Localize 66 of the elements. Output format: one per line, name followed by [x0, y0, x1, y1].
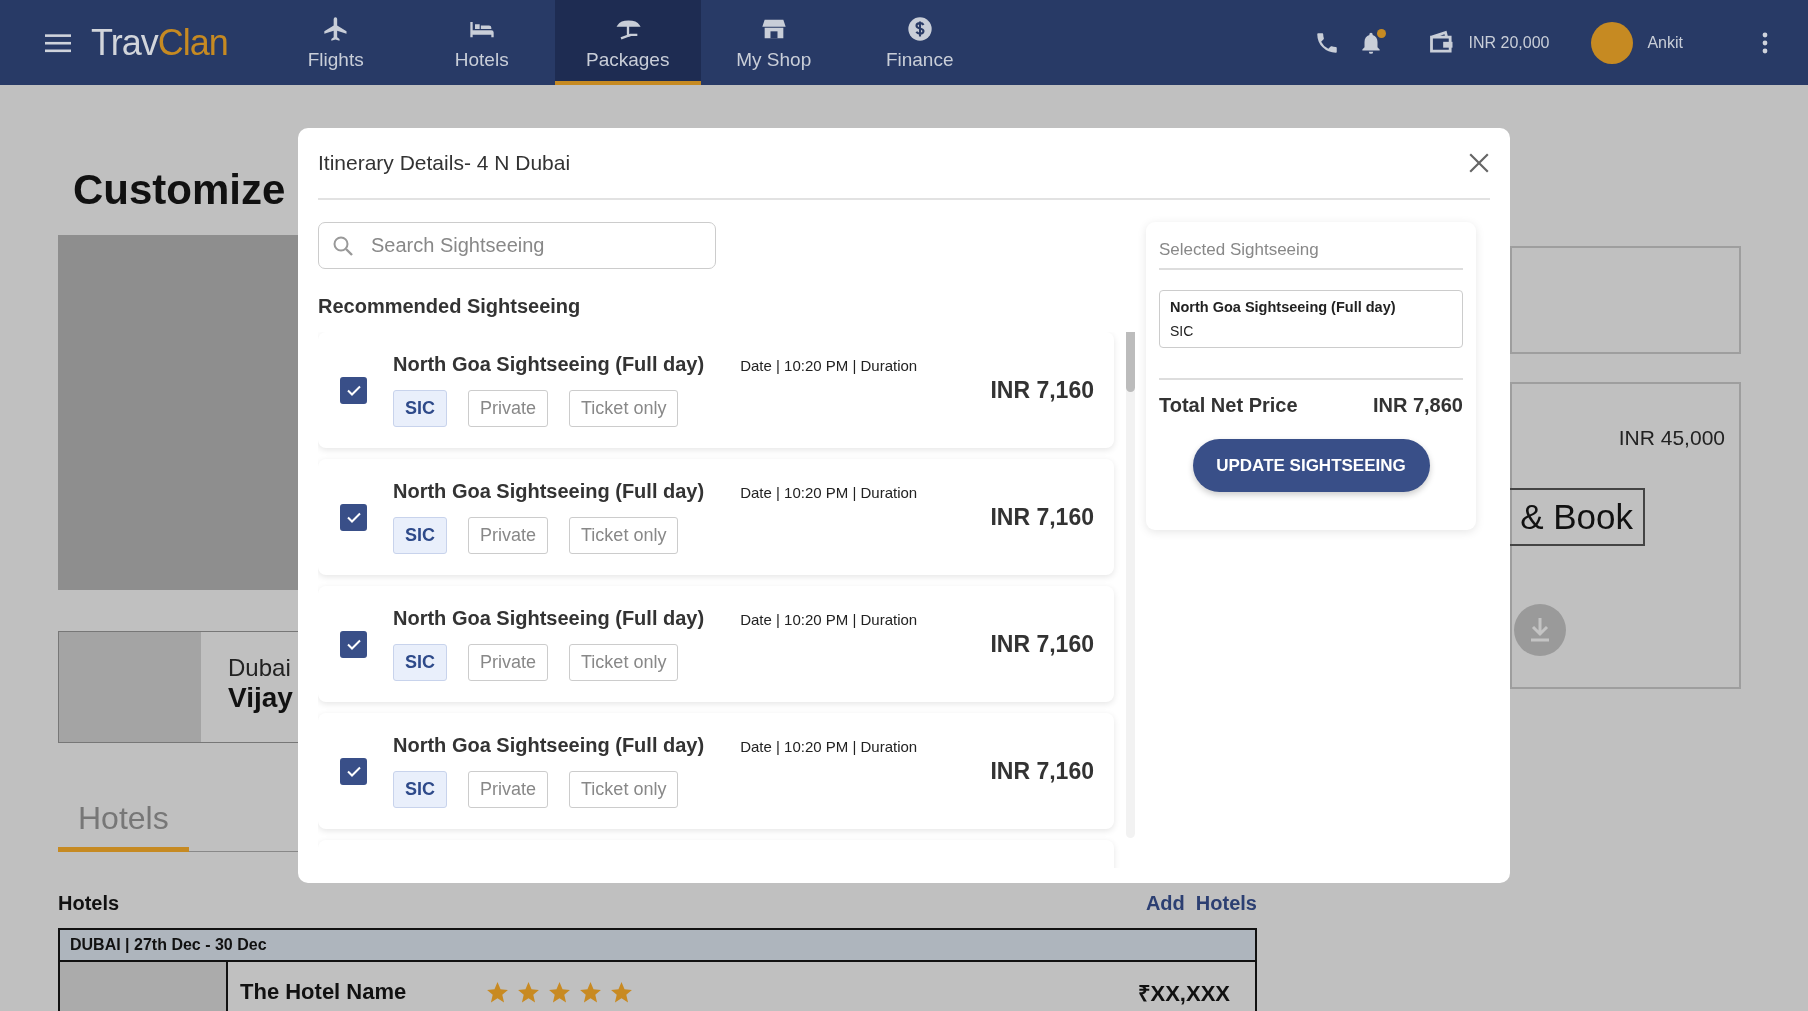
- sightseeing-title: North Goa Sightseeing (Full day): [393, 734, 705, 757]
- logo[interactable]: TravClan: [91, 21, 228, 64]
- checkbox[interactable]: [340, 503, 367, 531]
- checkbox[interactable]: [340, 376, 367, 404]
- sightseeing-price: INR 7,160: [990, 376, 1094, 404]
- star-icon: [578, 979, 603, 1005]
- update-button[interactable]: UPDATE SIGHTSEEING: [1192, 439, 1430, 492]
- search-field[interactable]: Search Sightseeing: [318, 222, 716, 269]
- schedule-text: Date | 10:20 PM | Duration: [740, 357, 918, 374]
- option-chip[interactable]: Private: [468, 644, 549, 681]
- plane-icon: [321, 15, 350, 43]
- menu-icon[interactable]: [45, 32, 71, 53]
- option-chip[interactable]: Ticket only: [569, 644, 679, 681]
- more-icon[interactable]: [1762, 31, 1768, 54]
- option-chip[interactable]: SIC: [393, 517, 447, 554]
- nav-tab[interactable]: Flights: [262, 0, 409, 85]
- option-chip[interactable]: Private: [468, 517, 549, 554]
- city-name: Dubai: [228, 654, 291, 682]
- sightseeing-title: North Goa Sightseeing (Full day): [393, 607, 705, 630]
- selected-option: SIC: [1170, 323, 1194, 339]
- nav-tab[interactable]: Hotels: [408, 0, 555, 85]
- traveller-name: Vijay: [228, 682, 293, 714]
- star-icon: [609, 979, 634, 1005]
- option-chip[interactable]: SIC: [393, 644, 447, 681]
- sightseeing-title: North Goa Sightseeing (Full day): [393, 353, 705, 376]
- selected-title: North Goa Sightseeing (Full day): [1170, 299, 1396, 315]
- nav-tab[interactable]: My Shop: [700, 0, 847, 85]
- checkbox[interactable]: [340, 757, 367, 785]
- star-icon: [547, 979, 572, 1005]
- option-chip[interactable]: Ticket only: [569, 771, 679, 808]
- option-chip[interactable]: SIC: [393, 771, 447, 808]
- option-chip[interactable]: Ticket only: [569, 390, 679, 427]
- dialog-title: Itinerary Details- 4 N Dubai: [318, 151, 571, 175]
- table-band: DUBAI | 27th Dec - 30 Dec: [60, 930, 1255, 962]
- star-icon: [485, 979, 510, 1005]
- panel-heading: Selected Sightseeing: [1159, 235, 1463, 270]
- section-heading: Recommended Sightseeing: [318, 295, 582, 318]
- total-label: Total Net Price: [1159, 394, 1298, 417]
- option-chip[interactable]: SIC: [393, 390, 447, 427]
- nav-tab[interactable]: Finance: [846, 0, 993, 85]
- sightseeing-title: North Goa Sightseeing (Full day): [393, 480, 705, 503]
- avatar[interactable]: [1591, 21, 1634, 64]
- close-icon[interactable]: [1468, 152, 1490, 174]
- option-chip[interactable]: Ticket only: [569, 517, 679, 554]
- section-heading: Hotels: [58, 892, 120, 915]
- add-hotels-link[interactable]: Add Hotels: [1145, 892, 1257, 915]
- option-chip[interactable]: Private: [468, 771, 549, 808]
- checkbox[interactable]: [340, 630, 367, 658]
- dollar-icon: [905, 15, 934, 43]
- schedule-text: Date | 10:20 PM | Duration: [740, 484, 918, 501]
- nav-tab[interactable]: Packages: [554, 0, 701, 85]
- package-price: INR 45,000: [1618, 426, 1725, 450]
- user-name[interactable]: Ankit: [1647, 33, 1683, 52]
- sightseeing-price: INR 7,160: [990, 503, 1094, 531]
- search-icon: [331, 234, 355, 258]
- total-value: INR 7,860: [1372, 394, 1463, 417]
- wallet-balance: INR 20,000: [1468, 33, 1550, 52]
- hotel-price: ₹XX,XXX: [1137, 980, 1230, 1007]
- page-title: Customize: [73, 165, 286, 215]
- star-icon: [516, 979, 541, 1005]
- schedule-text: Date | 10:20 PM | Duration: [740, 611, 918, 628]
- sightseeing-price: INR 7,160: [990, 630, 1094, 658]
- sightseeing-price: INR 7,160: [990, 757, 1094, 785]
- schedule-text: Date | 10:20 PM | Duration: [740, 738, 918, 755]
- option-chip[interactable]: Private: [468, 390, 549, 427]
- hotel-name: The Hotel Name: [240, 979, 408, 1005]
